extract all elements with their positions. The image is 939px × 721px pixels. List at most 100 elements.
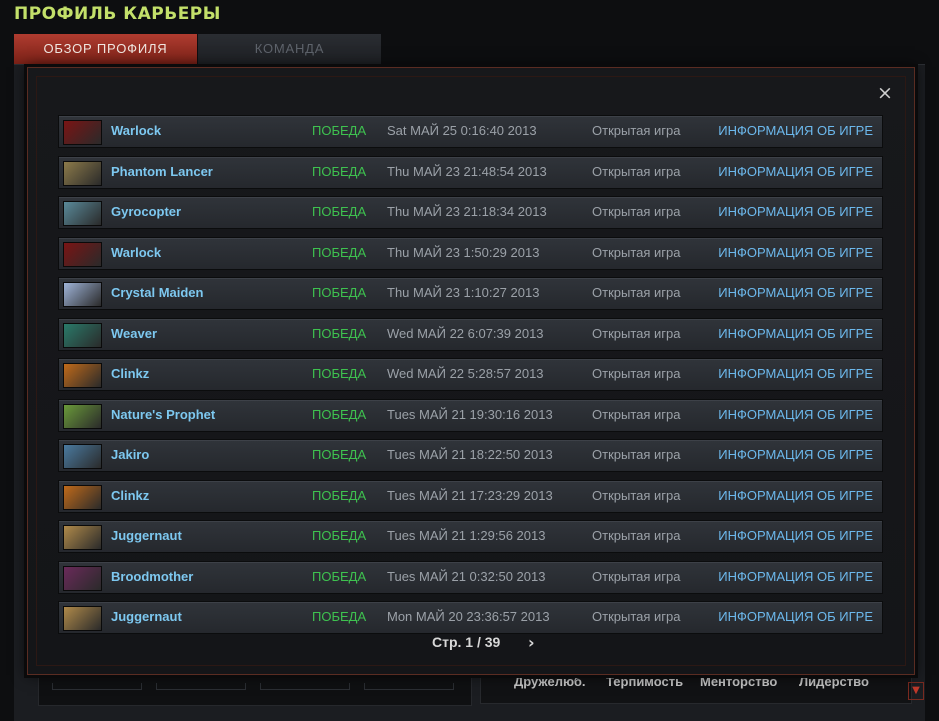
match-date: Tues МАЙ 21 0:32:50 2013 xyxy=(387,568,546,584)
hero-portrait-icon xyxy=(63,525,102,550)
match-result: ПОБЕДА xyxy=(312,528,367,543)
match-details-link[interactable]: ИНФОРМАЦИЯ ОБ ИГРЕ xyxy=(718,569,873,584)
match-details-link[interactable]: ИНФОРМАЦИЯ ОБ ИГРЕ xyxy=(718,407,873,422)
match-result: ПОБЕДА xyxy=(312,244,367,260)
match-row[interactable]: Crystal Maiden ПОБЕДА Thu МАЙ 23 1:10:27 2… xyxy=(58,277,883,310)
match-history-dialog: × Warlock ПОБЕДА Sat МАЙ 25 0:16:40 2013 От… xyxy=(27,67,915,675)
match-result: ПОБЕДА xyxy=(312,568,367,584)
match-date: Wed МАЙ 22 5:28:57 2013 xyxy=(387,366,544,381)
hero-portrait-icon xyxy=(63,120,102,145)
game-mode: Открытая игра xyxy=(592,568,681,584)
match-row[interactable]: Juggernaut ПОБЕДА Mon МАЙ 20 23:36:57 2013… xyxy=(58,601,883,634)
match-date: Thu МАЙ 23 1:50:29 2013 xyxy=(387,244,540,260)
profile-tabs: ОБЗОР ПРОФИЛЯ КОМАНДА xyxy=(14,34,381,64)
hero: Crystal Maiden xyxy=(111,285,204,300)
match-details-link[interactable]: ИНФОРМАЦИЯ ОБ ИГРЕ xyxy=(718,204,873,219)
match-date: Sat МАЙ 25 0:16:40 2013 xyxy=(387,123,537,138)
hero-portrait-icon xyxy=(63,241,102,267)
close-icon[interactable]: × xyxy=(875,83,895,103)
hero-portrait-icon xyxy=(63,322,102,348)
hero: Warlock xyxy=(111,123,162,138)
game-mode: Открытая игра xyxy=(592,163,681,179)
background-slot xyxy=(364,683,454,690)
hero-portrait-icon xyxy=(63,160,102,186)
stat-leadership: Лидерство xyxy=(799,674,869,689)
match-details-link[interactable]: ИНФОРМАЦИЯ ОБ ИГРЕ xyxy=(718,245,873,260)
hero: Clinkz xyxy=(111,487,150,503)
hero-portrait-icon xyxy=(63,565,102,591)
match-date: Tues МАЙ 21 19:30:16 2013 xyxy=(387,406,553,422)
match-date: Thu МАЙ 23 21:18:34 2013 xyxy=(387,204,547,219)
chevron-down-icon[interactable]: ▼ xyxy=(908,682,924,700)
hero: Juggernaut xyxy=(111,528,182,543)
match-row[interactable]: Weaver ПОБЕДА Wed МАЙ 22 6:07:39 2013 Откры… xyxy=(58,317,883,351)
match-result: ПОБЕДА xyxy=(312,204,367,219)
match-date: Wed МАЙ 22 6:07:39 2013 xyxy=(387,325,544,341)
game-mode: Открытая игра xyxy=(592,366,681,381)
match-list: Warlock ПОБЕДА Sat МАЙ 25 0:16:40 2013 Откр… xyxy=(58,115,883,642)
match-details-link[interactable]: ИНФОРМАЦИЯ ОБ ИГРЕ xyxy=(718,488,873,503)
match-details-link[interactable]: ИНФОРМАЦИЯ ОБ ИГРЕ xyxy=(718,447,873,462)
match-details-link[interactable]: ИНФОРМАЦИЯ ОБ ИГРЕ xyxy=(718,285,873,300)
match-row[interactable]: Nature's Prophet ПОБЕДА Tues МАЙ 21 19:30:… xyxy=(58,398,883,432)
game-mode: Открытая игра xyxy=(592,406,681,422)
match-result: ПОБЕДА xyxy=(312,123,367,138)
hero: Nature's Prophet xyxy=(111,406,216,422)
background-slot xyxy=(156,683,246,690)
page-title: ПРОФИЛЬ КАРЬЕРЫ xyxy=(14,4,221,24)
game-mode: Открытая игра xyxy=(592,609,681,624)
match-date: Mon МАЙ 20 23:36:57 2013 xyxy=(387,609,550,624)
match-row[interactable]: Warlock ПОБЕДА Thu МАЙ 23 1:50:29 2013 Откр… xyxy=(58,236,883,270)
hero: Clinkz xyxy=(111,366,150,381)
stat-friendly: Дружелюб. xyxy=(514,674,586,689)
match-row[interactable]: Phantom Lancer ПОБЕДА Thu МАЙ 23 21:48:54 … xyxy=(58,155,883,189)
game-mode: Открытая игра xyxy=(592,285,681,300)
match-row[interactable]: Juggernaut ПОБЕДА Tues МАЙ 21 1:29:56 2013… xyxy=(58,520,883,553)
hero-portrait-icon xyxy=(63,201,102,226)
hero-portrait-icon xyxy=(63,444,102,469)
match-row[interactable]: Warlock ПОБЕДА Sat МАЙ 25 0:16:40 2013 Откр… xyxy=(58,115,883,148)
page-indicator: Стр. 1 / 39 xyxy=(432,634,501,650)
hero: Phantom Lancer xyxy=(111,163,213,179)
match-result: ПОБЕДА xyxy=(312,487,367,503)
background-slot xyxy=(260,683,350,690)
match-date: Tues МАЙ 21 17:23:29 2013 xyxy=(387,487,553,503)
match-details-link[interactable]: ИНФОРМАЦИЯ ОБ ИГРЕ xyxy=(718,366,873,381)
next-page-icon[interactable]: › xyxy=(528,633,535,652)
hero-portrait-icon xyxy=(63,484,102,510)
match-row[interactable]: Clinkz ПОБЕДА Wed МАЙ 22 5:28:57 2013 Откры… xyxy=(58,358,883,391)
hero-portrait-icon xyxy=(63,363,102,388)
match-result: ПОБЕДА xyxy=(312,285,367,300)
match-details-link[interactable]: ИНФОРМАЦИЯ ОБ ИГРЕ xyxy=(718,528,873,543)
match-details-link[interactable]: ИНФОРМАЦИЯ ОБ ИГРЕ xyxy=(718,123,873,138)
hero-portrait-icon xyxy=(63,282,102,307)
hero: Gyrocopter xyxy=(111,204,182,219)
hero: Broodmother xyxy=(111,568,194,584)
game-mode: Открытая игра xyxy=(592,528,681,543)
game-mode: Открытая игра xyxy=(592,244,681,260)
game-mode: Открытая игра xyxy=(592,204,681,219)
match-details-link[interactable]: ИНФОРМАЦИЯ ОБ ИГРЕ xyxy=(718,609,873,624)
match-row[interactable]: Gyrocopter ПОБЕДА Thu МАЙ 23 21:18:34 2013… xyxy=(58,196,883,229)
match-date: Thu МАЙ 23 21:48:54 2013 xyxy=(387,163,547,179)
tab-team[interactable]: КОМАНДА xyxy=(198,34,381,64)
match-result: ПОБЕДА xyxy=(312,163,367,179)
game-mode: Открытая игра xyxy=(592,325,681,341)
match-row[interactable]: Clinkz ПОБЕДА Tues МАЙ 21 17:23:29 2013 Отк… xyxy=(58,479,883,513)
match-result: ПОБЕДА xyxy=(312,366,367,381)
hero-portrait-icon xyxy=(63,403,102,429)
match-details-link[interactable]: ИНФОРМАЦИЯ ОБ ИГРЕ xyxy=(718,326,873,341)
hero: Jakiro xyxy=(111,447,150,462)
game-mode: Открытая игра xyxy=(592,487,681,503)
match-row[interactable]: Broodmother ПОБЕДА Tues МАЙ 21 0:32:50 201… xyxy=(58,560,883,594)
tab-profile-overview[interactable]: ОБЗОР ПРОФИЛЯ xyxy=(14,34,197,64)
match-row[interactable]: Jakiro ПОБЕДА Tues МАЙ 21 18:22:50 2013 Отк… xyxy=(58,439,883,472)
hero: Warlock xyxy=(111,244,162,260)
match-details-link[interactable]: ИНФОРМАЦИЯ ОБ ИГРЕ xyxy=(718,164,873,179)
stat-tolerance: Терпимость xyxy=(606,674,684,689)
hero: Juggernaut xyxy=(111,609,182,624)
background-slot xyxy=(52,683,142,690)
match-date: Tues МАЙ 21 18:22:50 2013 xyxy=(387,447,553,462)
match-result: ПОБЕДА xyxy=(312,447,367,462)
hero: Weaver xyxy=(111,325,158,341)
